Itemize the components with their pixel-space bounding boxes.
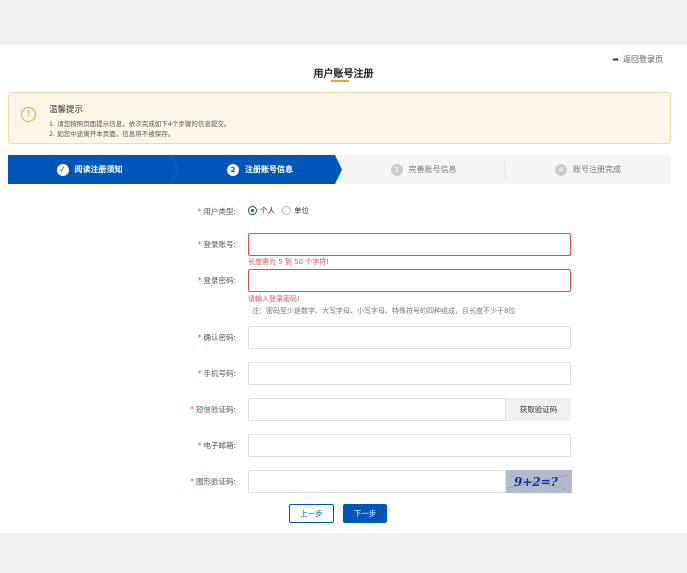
captcha-image[interactable]: 9+2=?: [505, 470, 572, 493]
password-error: 请输入登录密码!: [248, 295, 300, 303]
notice-title: 温馨提示: [49, 105, 84, 115]
back-to-login-link[interactable]: ➦ 返回登录页: [612, 54, 663, 65]
captcha-label: * 图形验证码:: [190, 477, 236, 486]
registration-page: ➦ 返回登录页 用户账号注册 ! 温馨提示 1. 请您按照页面提示信息，依次完成…: [0, 45, 687, 533]
step-register-account: 2 注册账号信息: [178, 155, 342, 184]
captcha-text: 9+2=?: [514, 475, 559, 489]
share-arrow-icon: ➦: [612, 55, 619, 64]
password-input[interactable]: [248, 269, 571, 292]
account-error: 长度需为 5 到 50 个字符!: [248, 258, 330, 266]
step-finished: 4 账号注册完成: [505, 155, 671, 184]
step-number: 3: [390, 163, 403, 176]
email-input[interactable]: [248, 434, 571, 457]
password-hint: 注：密码至少是数字、大写字母、小写字母、特殊符号的四种组成，且长度不少于8位: [252, 307, 516, 315]
radio-organization-label[interactable]: 单位: [294, 205, 309, 216]
page-title: 用户账号注册: [313, 69, 374, 80]
radio-organization[interactable]: [282, 206, 291, 215]
step-read-notice: ✓ 阅读注册须知: [8, 155, 171, 184]
phone-input[interactable]: [248, 362, 571, 385]
get-sms-code-button[interactable]: 获取验证码: [505, 398, 571, 421]
check-icon: ✓: [56, 163, 69, 176]
step-label: 完善账号信息: [408, 165, 457, 174]
account-input[interactable]: [248, 233, 571, 256]
step-progress: ✓ 阅读注册须知 2 注册账号信息 3 完善账号信息 4 账号注册完成: [8, 155, 671, 184]
password-label: * 登录密码:: [197, 276, 236, 285]
email-label: * 电子邮箱:: [197, 441, 236, 450]
step-label: 注册账号信息: [245, 165, 293, 174]
next-step-button[interactable]: 下一步: [343, 504, 387, 523]
step-complete-info: 3 完善账号信息: [342, 155, 505, 184]
sms-code-label: * 短信验证码:: [190, 405, 236, 414]
radio-personal[interactable]: [248, 206, 257, 215]
notice-box: ! 温馨提示 1. 请您按照页面提示信息，依次完成如下4个步骤的信息提交。 2.…: [8, 92, 671, 144]
previous-step-button[interactable]: 上一步: [289, 504, 334, 523]
title-underline: [331, 80, 349, 82]
back-to-login-label: 返回登录页: [623, 55, 663, 64]
confirm-password-input[interactable]: [248, 326, 571, 349]
notice-line-1: 1. 请您按照页面提示信息，依次完成如下4个步骤的信息提交。: [49, 120, 231, 128]
step-label: 阅读注册须知: [74, 165, 123, 174]
notice-line-2: 2. 如您中途离开本页面，信息将不被保存。: [49, 130, 175, 138]
user-type-radio-group: 个人 单位: [248, 205, 309, 216]
phone-label: * 手机号码:: [197, 369, 236, 378]
warning-icon: !: [21, 107, 36, 122]
captcha-graphic: 9+2=?: [506, 470, 572, 493]
user-type-label: * 用户类型:: [197, 207, 236, 216]
step-number: 4: [555, 163, 567, 176]
radio-personal-label[interactable]: 个人: [260, 205, 275, 216]
confirm-password-label: * 确认密码:: [197, 333, 236, 342]
step-number: 2: [227, 163, 239, 176]
account-label: * 登录账号:: [197, 240, 236, 249]
step-label: 账号注册完成: [573, 165, 621, 174]
